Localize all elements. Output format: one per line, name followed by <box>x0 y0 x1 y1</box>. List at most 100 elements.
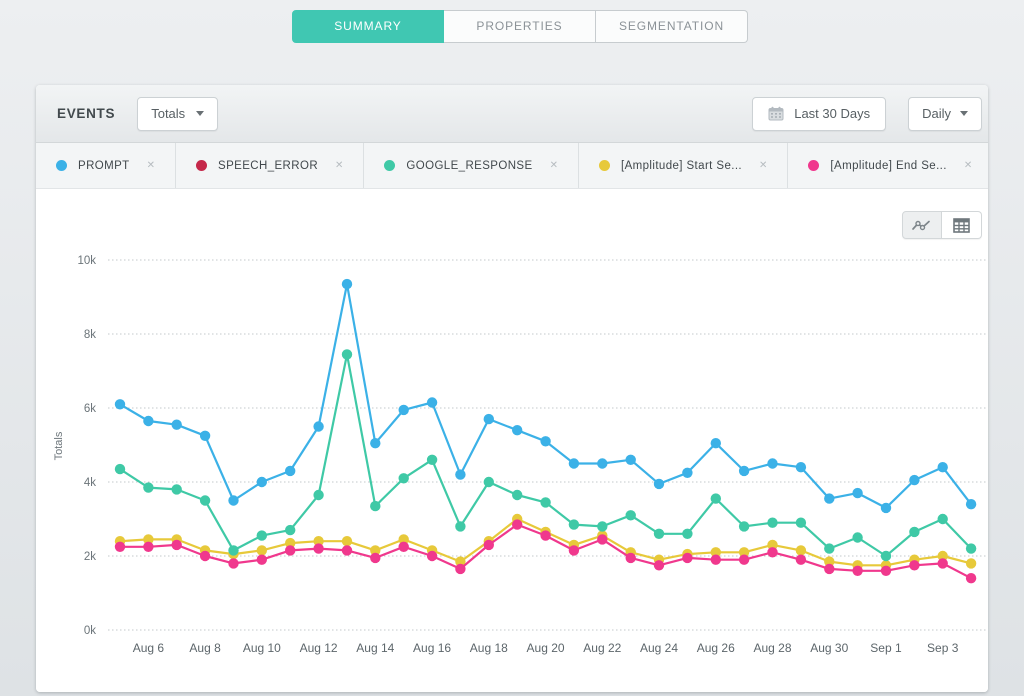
data-point[interactable] <box>966 573 976 583</box>
data-point[interactable] <box>484 477 494 487</box>
data-point[interactable] <box>427 397 437 407</box>
data-point[interactable] <box>569 545 579 555</box>
data-point[interactable] <box>909 560 919 570</box>
data-point[interactable] <box>966 499 976 509</box>
event-pill-0[interactable]: PROMPT✕ <box>36 143 176 188</box>
data-point[interactable] <box>682 529 692 539</box>
data-point[interactable] <box>654 479 664 489</box>
data-point[interactable] <box>455 564 465 574</box>
data-point[interactable] <box>342 349 352 359</box>
tab-summary[interactable]: SUMMARY <box>292 10 444 43</box>
data-point[interactable] <box>257 477 267 487</box>
data-point[interactable] <box>115 399 125 409</box>
data-point[interactable] <box>966 543 976 553</box>
data-point[interactable] <box>285 466 295 476</box>
data-point[interactable] <box>597 458 607 468</box>
data-point[interactable] <box>427 455 437 465</box>
data-point[interactable] <box>540 436 550 446</box>
data-point[interactable] <box>399 473 409 483</box>
data-point[interactable] <box>455 521 465 531</box>
remove-event-icon[interactable]: ✕ <box>550 160 558 171</box>
data-point[interactable] <box>512 425 522 435</box>
data-point[interactable] <box>739 466 749 476</box>
data-point[interactable] <box>313 490 323 500</box>
data-point[interactable] <box>200 431 210 441</box>
data-point[interactable] <box>938 514 948 524</box>
event-pill-2[interactable]: GOOGLE_RESPONSE✕ <box>364 143 579 188</box>
data-point[interactable] <box>342 536 352 546</box>
data-point[interactable] <box>540 530 550 540</box>
granularity-dropdown[interactable]: Daily <box>908 97 982 131</box>
data-point[interactable] <box>143 482 153 492</box>
data-point[interactable] <box>200 551 210 561</box>
remove-event-icon[interactable]: ✕ <box>759 160 767 171</box>
data-point[interactable] <box>399 542 409 552</box>
tab-segmentation[interactable]: SEGMENTATION <box>596 10 748 43</box>
data-point[interactable] <box>852 566 862 576</box>
event-pill-4[interactable]: [Amplitude] End Se...✕ <box>788 143 988 188</box>
data-point[interactable] <box>285 525 295 535</box>
table-view-button[interactable] <box>942 211 982 239</box>
data-point[interactable] <box>626 510 636 520</box>
data-point[interactable] <box>682 553 692 563</box>
data-point[interactable] <box>654 560 664 570</box>
data-point[interactable] <box>824 543 834 553</box>
remove-event-icon[interactable]: ✕ <box>335 160 343 171</box>
data-point[interactable] <box>257 555 267 565</box>
data-point[interactable] <box>370 438 380 448</box>
data-point[interactable] <box>370 553 380 563</box>
data-point[interactable] <box>966 558 976 568</box>
data-point[interactable] <box>938 558 948 568</box>
data-point[interactable] <box>285 545 295 555</box>
data-point[interactable] <box>172 540 182 550</box>
data-point[interactable] <box>711 438 721 448</box>
data-point[interactable] <box>881 551 891 561</box>
data-point[interactable] <box>796 462 806 472</box>
data-point[interactable] <box>370 501 380 511</box>
data-point[interactable] <box>654 529 664 539</box>
data-point[interactable] <box>626 553 636 563</box>
data-point[interactable] <box>484 540 494 550</box>
data-point[interactable] <box>711 555 721 565</box>
data-point[interactable] <box>767 518 777 528</box>
data-point[interactable] <box>427 551 437 561</box>
data-point[interactable] <box>824 564 834 574</box>
event-pill-1[interactable]: SPEECH_ERROR✕ <box>176 143 364 188</box>
data-point[interactable] <box>881 503 891 513</box>
data-point[interactable] <box>228 495 238 505</box>
data-point[interactable] <box>200 495 210 505</box>
data-point[interactable] <box>852 488 862 498</box>
data-point[interactable] <box>796 518 806 528</box>
data-point[interactable] <box>767 458 777 468</box>
remove-event-icon[interactable]: ✕ <box>147 160 155 171</box>
data-point[interactable] <box>228 545 238 555</box>
data-point[interactable] <box>852 532 862 542</box>
tab-properties[interactable]: PROPERTIES <box>444 10 596 43</box>
data-point[interactable] <box>767 547 777 557</box>
data-point[interactable] <box>228 558 238 568</box>
data-point[interactable] <box>796 545 806 555</box>
data-point[interactable] <box>938 462 948 472</box>
data-point[interactable] <box>512 519 522 529</box>
data-point[interactable] <box>739 521 749 531</box>
line-chart-view-button[interactable] <box>902 211 942 239</box>
data-point[interactable] <box>115 542 125 552</box>
data-point[interactable] <box>597 534 607 544</box>
date-range-button[interactable]: Last 30 Days <box>752 97 886 131</box>
totals-dropdown[interactable]: Totals <box>137 97 218 131</box>
data-point[interactable] <box>682 468 692 478</box>
data-point[interactable] <box>909 527 919 537</box>
data-point[interactable] <box>143 416 153 426</box>
data-point[interactable] <box>342 279 352 289</box>
data-point[interactable] <box>569 458 579 468</box>
data-point[interactable] <box>257 530 267 540</box>
data-point[interactable] <box>455 469 465 479</box>
data-point[interactable] <box>796 555 806 565</box>
data-point[interactable] <box>626 455 636 465</box>
data-point[interactable] <box>909 475 919 485</box>
data-point[interactable] <box>540 497 550 507</box>
data-point[interactable] <box>484 414 494 424</box>
data-point[interactable] <box>711 493 721 503</box>
data-point[interactable] <box>172 484 182 494</box>
data-point[interactable] <box>143 542 153 552</box>
